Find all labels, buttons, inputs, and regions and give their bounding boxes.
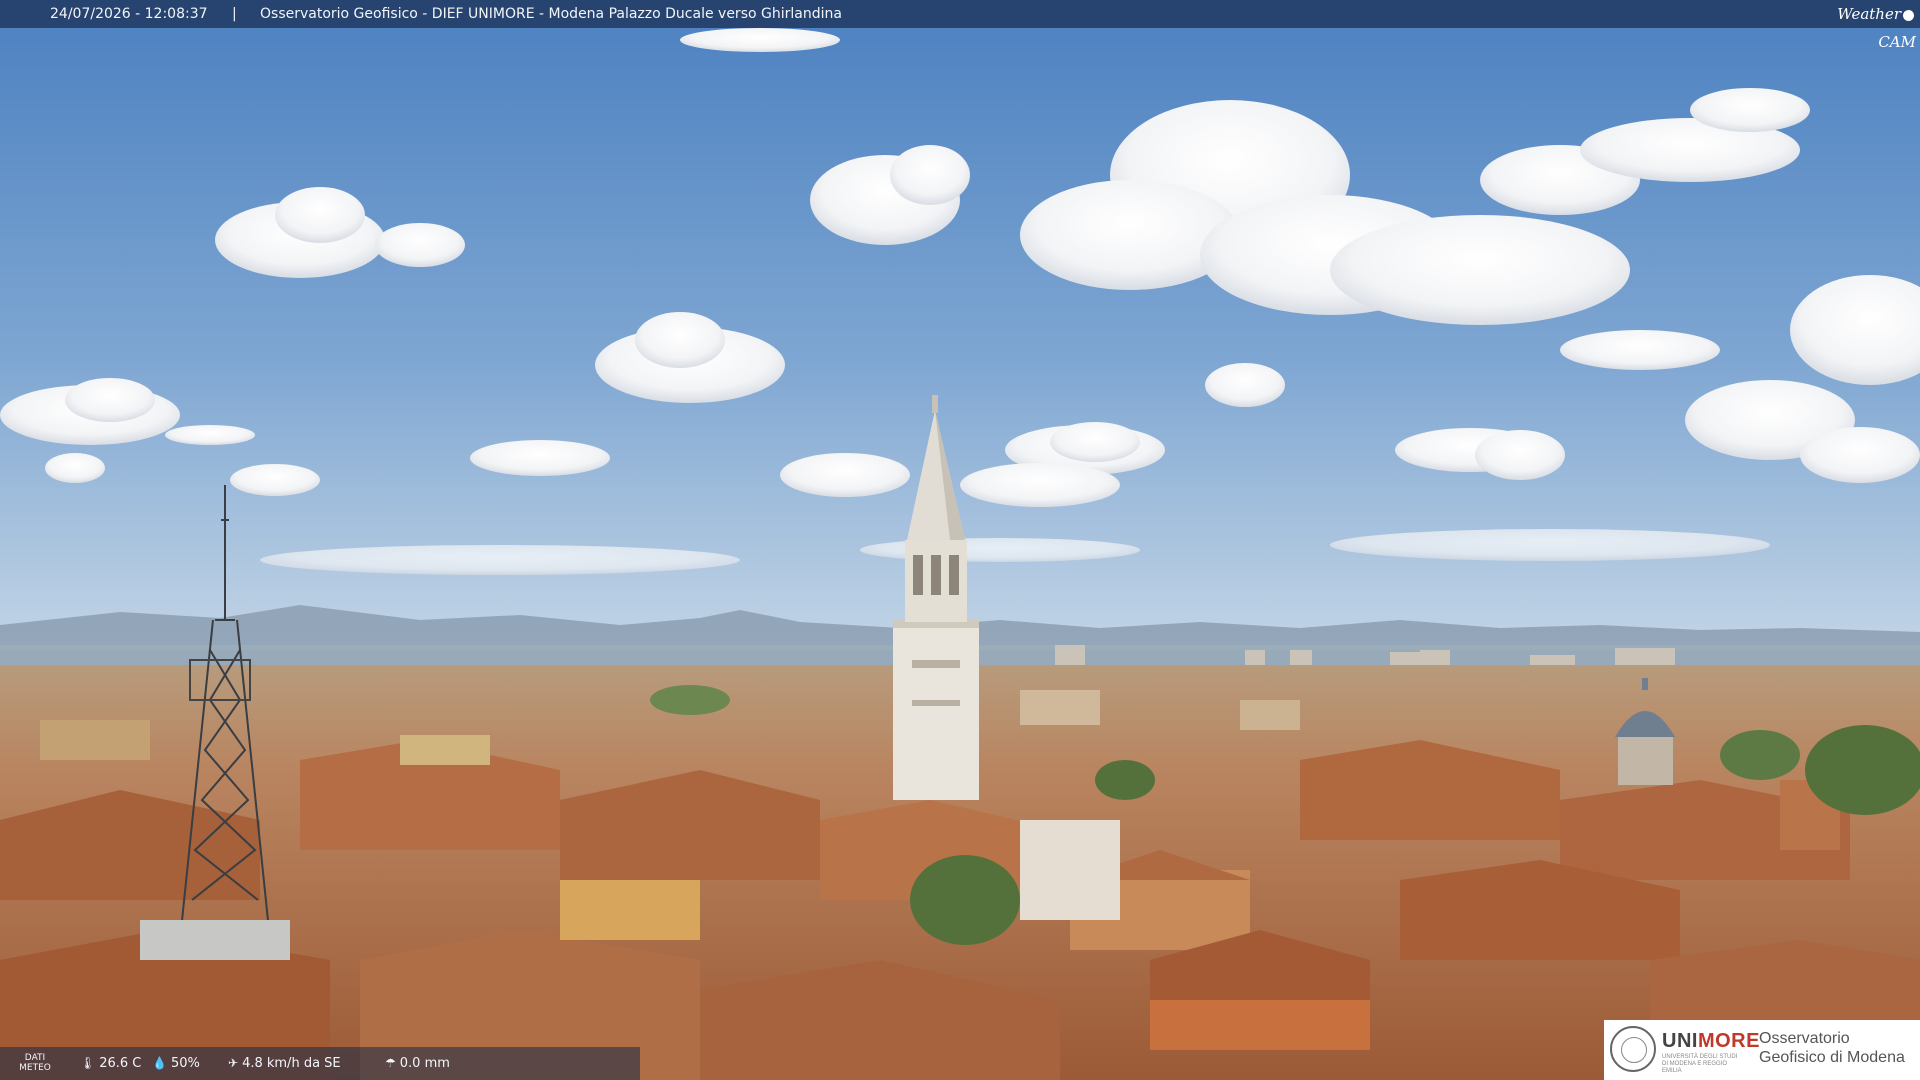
wind-icon: ✈ xyxy=(228,1056,239,1070)
cloud xyxy=(680,28,840,52)
wind: ✈ 4.8 km/h da SE xyxy=(228,1056,341,1071)
humidity-value: 50% xyxy=(170,1056,200,1071)
cloud xyxy=(45,453,105,483)
wind-value: 4.8 km/h da SE xyxy=(242,1056,341,1071)
brand-right: CAM xyxy=(1878,33,1916,51)
rain: ☂ 0.0 mm xyxy=(385,1056,450,1071)
rain-icon: ☂ xyxy=(385,1056,396,1070)
rain-value: 0.0 mm xyxy=(399,1056,450,1071)
cloud xyxy=(1205,363,1285,407)
cloud xyxy=(470,440,610,476)
weather-label: DATI METEO xyxy=(19,1053,51,1073)
cloud xyxy=(230,464,320,496)
university-seal-icon xyxy=(1610,1026,1656,1072)
humidity: 💧 50% xyxy=(152,1056,200,1071)
separator: | xyxy=(232,6,237,22)
brand-left: Weather xyxy=(1837,5,1901,23)
unimore-logo: UNIMORE UNIVERSITÀ DEGLI STUDI DI MODENA… xyxy=(1604,1020,1920,1080)
camera-dot-icon xyxy=(1903,9,1914,21)
droplet-icon: 💧 xyxy=(152,1056,167,1070)
cloud xyxy=(1560,330,1720,370)
observatory-name: Osservatorio Geofisico di Modena xyxy=(1759,1030,1905,1066)
cloud xyxy=(780,453,910,497)
webcam-image xyxy=(0,0,1920,1080)
university-subtitle: UNIVERSITÀ DEGLI STUDI DI MODENA E REGGI… xyxy=(1662,1054,1738,1074)
uni-text: UNI xyxy=(1662,1030,1698,1052)
unimore-wordmark: UNIMORE xyxy=(1662,1030,1760,1053)
temperature-value: 26.6 C xyxy=(99,1056,142,1071)
antenna-base xyxy=(140,920,290,960)
timestamp: 24/07/2026 - 12:08:37 xyxy=(50,6,208,22)
temperature: 🌡 26.6 C xyxy=(80,1056,141,1071)
more-text: MORE xyxy=(1697,1030,1760,1052)
cloud xyxy=(960,463,1120,507)
weathercam-logo: Weather CAM xyxy=(1806,0,1920,51)
weather-bar: DATI METEO 🌡 26.6 C 💧 50% ✈ 4.8 km/h da SE … xyxy=(0,1047,640,1080)
thermometer-icon: 🌡 xyxy=(80,1056,96,1070)
overlay-bar: 24/07/2026 - 12:08:37 | Osservatorio Geo… xyxy=(0,0,1920,51)
camera-title: Osservatorio Geofisico - DIEF UNIMORE - … xyxy=(260,6,842,22)
